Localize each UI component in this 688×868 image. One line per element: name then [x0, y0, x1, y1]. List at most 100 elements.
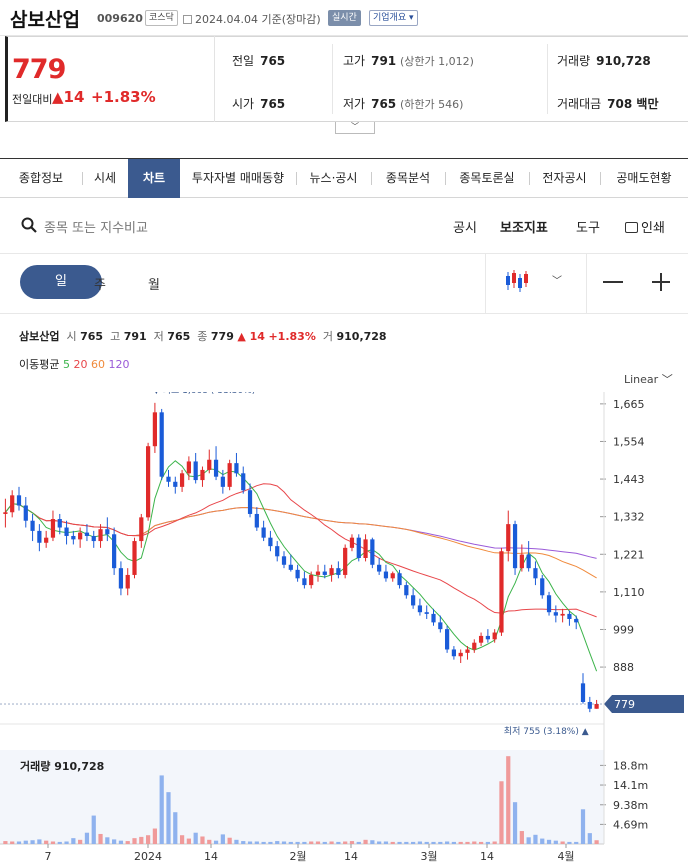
- ma20-label[interactable]: 20: [73, 358, 87, 371]
- candle-body: [546, 595, 552, 613]
- volume-bar: [64, 841, 69, 844]
- tools-button[interactable]: 도구: [576, 217, 600, 236]
- tab-discussion[interactable]: 종목토론실: [445, 159, 529, 198]
- tab-investor-trading[interactable]: 투자자별 매매동향: [180, 159, 296, 198]
- company-info-button[interactable]: 기업개요 ▾: [369, 10, 418, 26]
- candle-body: [173, 481, 178, 487]
- legend-change: ▲ 14: [237, 330, 265, 343]
- indicator-button[interactable]: 보조지표: [500, 217, 548, 236]
- stock-name: 삼보산업: [10, 9, 80, 31]
- candle-body: [465, 649, 470, 653]
- volume-bar: [50, 841, 56, 844]
- zoom-in-icon-stem[interactable]: [660, 273, 662, 291]
- tab-price[interactable]: 시세: [82, 159, 128, 198]
- divider: [586, 254, 587, 314]
- candlestick-chart-icon[interactable]: [504, 268, 530, 294]
- volume-bar: [499, 781, 504, 844]
- volume-bar: [91, 815, 96, 844]
- candle-body: [343, 547, 348, 575]
- period-day-button[interactable]: 일: [20, 265, 102, 299]
- open-label: 시가: [232, 97, 255, 111]
- candle-body: [302, 578, 307, 586]
- candle-body: [179, 473, 185, 487]
- legend-close-label: 종: [197, 330, 208, 343]
- price-chart[interactable]: 1,665 1,554 1,443 1,332 1,221 1,110 999 888 ▼ 최고…: [0, 392, 688, 868]
- volume-bar: [465, 841, 470, 844]
- compare-search-input[interactable]: 종목 또는 지수비교: [44, 217, 148, 236]
- candle-body: [594, 704, 599, 709]
- candle-body: [200, 469, 205, 481]
- divider: [547, 44, 548, 114]
- volume-bar: [458, 841, 463, 844]
- tab-disclosure[interactable]: 전자공시: [529, 159, 600, 198]
- volume-bar: [553, 840, 558, 844]
- volume-bar: [78, 839, 83, 844]
- volume-bar: [159, 775, 164, 844]
- candle-body: [159, 412, 164, 477]
- disclosure-button[interactable]: 공시: [453, 217, 477, 236]
- y-tick-label: 1,221: [613, 548, 645, 561]
- prev-label: 전일: [232, 54, 255, 68]
- ma5-label[interactable]: 5: [63, 358, 70, 371]
- trade-amount: 거래대금 708 백만: [557, 95, 658, 112]
- candle-body: [580, 683, 586, 702]
- candle-body: [309, 574, 314, 586]
- print-label: 인쇄: [641, 221, 665, 236]
- volume-bar: [343, 841, 348, 844]
- volume-bar: [23, 840, 28, 844]
- volume-bar: [356, 841, 361, 844]
- tab-short-selling[interactable]: 공매도현황: [600, 159, 688, 198]
- volume-bar: [478, 841, 484, 844]
- tab-chart[interactable]: 차트: [128, 159, 180, 198]
- period-month-button[interactable]: 월: [148, 274, 160, 293]
- min-price-label: 최저 755 (3.18%) ▲: [504, 726, 589, 737]
- tab-news[interactable]: 뉴스·공시: [296, 159, 371, 198]
- volume-bar: [404, 841, 409, 844]
- volume-bar: [37, 839, 42, 844]
- volume-bar: [234, 839, 239, 844]
- period-week-button[interactable]: 주: [94, 274, 106, 293]
- legend-low: 765: [167, 330, 191, 343]
- tab-summary[interactable]: 종합정보: [0, 159, 82, 198]
- market-badge: 코스닥: [145, 10, 178, 26]
- scale-mode-label: Linear: [624, 373, 659, 386]
- tab-analysis[interactable]: 종목분석: [371, 159, 445, 198]
- x-tick-label: 3월: [420, 850, 437, 863]
- candle-body: [16, 495, 22, 506]
- candle-body: [71, 535, 76, 540]
- ma60-label[interactable]: 60: [91, 358, 105, 371]
- calendar-icon: [183, 15, 192, 24]
- candle-body: [37, 530, 42, 543]
- y-tick-label: 1,332: [613, 511, 645, 524]
- zoom-out-icon[interactable]: [603, 281, 623, 283]
- chevron-down-icon[interactable]: ﹀: [552, 272, 562, 287]
- expand-quote-button[interactable]: ﹀: [335, 122, 375, 134]
- candle-body: [220, 476, 225, 487]
- print-button[interactable]: 인쇄: [625, 217, 665, 236]
- volume-tick-label: 18.8m: [613, 759, 648, 772]
- volume-value: 910,728: [596, 54, 651, 68]
- volume-bar: [438, 841, 443, 844]
- candle-body: [363, 539, 368, 558]
- search-icon[interactable]: [21, 217, 37, 233]
- scale-mode-dropdown[interactable]: Linear ﹀: [624, 371, 673, 387]
- y-tick-label: 999: [613, 623, 634, 636]
- high-label: 고가: [343, 54, 366, 68]
- volume-bar: [57, 841, 62, 844]
- volume-bar: [309, 841, 314, 844]
- volume-bar: [166, 792, 171, 844]
- chevron-down-icon: ﹀: [351, 122, 359, 131]
- candle-body: [152, 412, 158, 447]
- volume-bar: [580, 809, 586, 844]
- amount-value: 708 백만: [607, 97, 659, 111]
- volume-bar: [139, 836, 144, 844]
- volume-bar: [519, 831, 524, 844]
- realtime-button[interactable]: 실시간: [328, 10, 361, 26]
- volume-bar: [540, 838, 545, 844]
- candle-body: [370, 539, 375, 565]
- ma120-label[interactable]: 120: [108, 358, 129, 371]
- candle-body: [315, 571, 321, 575]
- volume-bar: [105, 837, 110, 844]
- candle-body: [411, 595, 416, 606]
- candle-body: [499, 551, 504, 633]
